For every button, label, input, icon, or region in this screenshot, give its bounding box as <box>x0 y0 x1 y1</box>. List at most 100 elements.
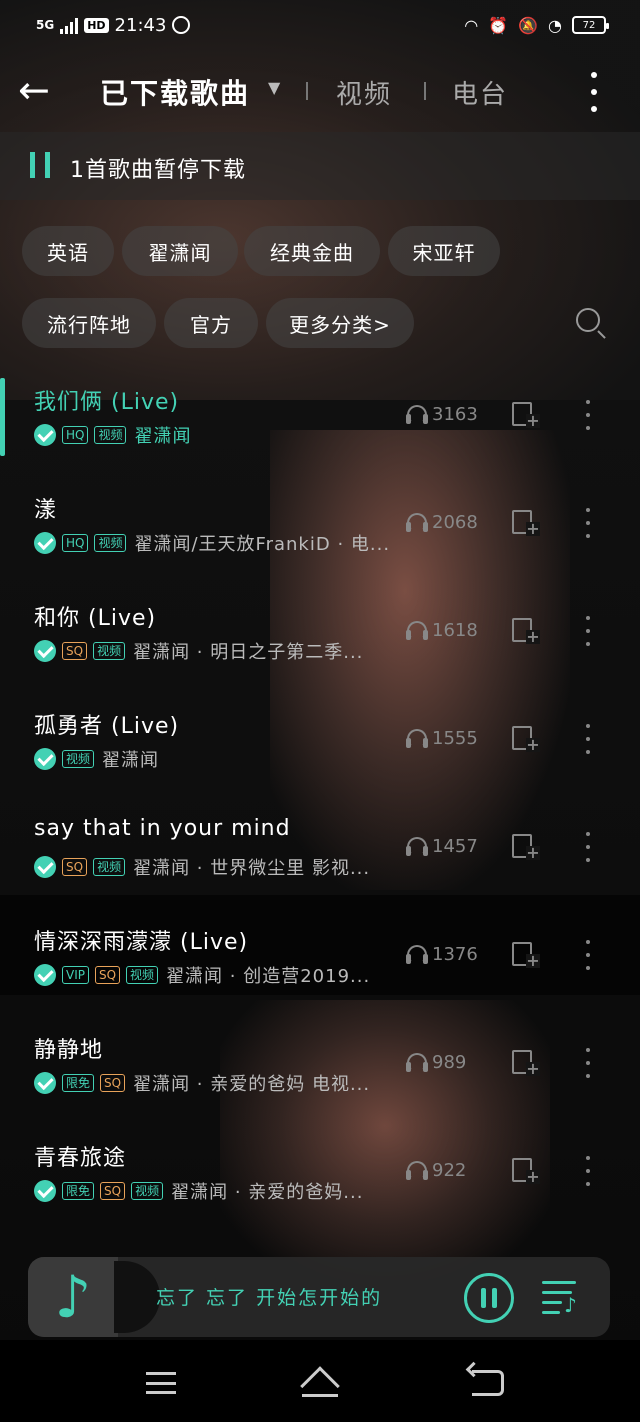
song-more-icon[interactable] <box>583 724 593 754</box>
add-to-playlist-icon[interactable]: + <box>510 400 540 430</box>
back-icon[interactable] <box>472 1370 504 1396</box>
search-icon[interactable] <box>574 306 608 340</box>
header: ← 已下载歌曲 ▼ 视频 电台 <box>0 58 640 122</box>
headphone-icon <box>406 512 428 533</box>
song-more-icon[interactable] <box>583 400 593 430</box>
arrow-left-icon[interactable]: ← <box>18 70 58 110</box>
play-count: 1376 <box>406 944 478 965</box>
category-more-chip[interactable]: 更多分类> <box>266 298 414 348</box>
song-title: 我们俩 (Live) <box>34 390 180 415</box>
quality-badge: 视频 <box>94 534 127 552</box>
category-chip[interactable]: 英语 <box>22 226 114 276</box>
song-meta: VIP SQ 视频 翟潇闻 · 创造营2019... <box>34 962 370 988</box>
more-options-icon[interactable] <box>582 72 606 112</box>
quality-badge: 限免 <box>62 1182 95 1200</box>
play-count-value: 2068 <box>432 512 478 533</box>
play-count: 2068 <box>406 512 478 533</box>
music-note-icon[interactable]: ♪ <box>28 1257 118 1337</box>
tab-downloaded-songs[interactable]: 已下载歌曲 <box>100 72 250 112</box>
quality-badge: 视频 <box>93 858 126 876</box>
play-count: 922 <box>406 1160 466 1181</box>
now-playing-title[interactable]: 忘了 忘了 开始怎开始的 <box>156 1283 382 1310</box>
quality-badge: SQ <box>100 1182 126 1200</box>
song-row[interactable]: 和你 (Live) SQ 视频 翟潇闻 · 明日之子第二季... 1618 + <box>0 586 640 694</box>
signal-icon <box>60 16 79 34</box>
caret-down-icon[interactable]: ▼ <box>268 78 280 97</box>
quality-badge: HQ <box>62 534 89 552</box>
song-artist: 翟潇闻 · 创造营2019... <box>166 966 371 987</box>
add-to-playlist-icon[interactable]: + <box>510 1048 540 1078</box>
song-more-icon[interactable] <box>583 1048 593 1078</box>
category-chip[interactable]: 流行阵地 <box>22 298 156 348</box>
category-chip[interactable]: 宋亚轩 <box>388 226 500 276</box>
mini-player[interactable]: ♪ 忘了 忘了 开始怎开始的 ♪ <box>28 1257 610 1337</box>
song-row[interactable]: 静静地 限免 SQ 翟潇闻 · 亲爱的爸妈 电视... 989 + <box>0 1018 640 1126</box>
status-bar: 5G HD 21:43 ◠ ⏰ 🔕 ◔ 72 <box>0 0 640 50</box>
play-count-value: 1555 <box>432 728 478 749</box>
clock: 21:43 <box>114 14 167 36</box>
category-chip[interactable]: 经典金曲 <box>244 226 380 276</box>
song-meta: SQ 视频 翟潇闻 · 世界微尘里 影视... <box>34 854 370 880</box>
song-row[interactable]: 漾 HQ 视频 翟潇闻/王天放FrankiD · 电... 2068 + <box>0 478 640 586</box>
song-meta: HQ 视频 翟潇闻 <box>34 422 191 448</box>
add-to-playlist-icon[interactable]: + <box>510 724 540 754</box>
song-artist: 翟潇闻/王天放FrankiD · 电... <box>134 534 391 555</box>
song-meta: 限免 SQ 翟潇闻 · 亲爱的爸妈 电视... <box>34 1070 370 1096</box>
add-to-playlist-icon[interactable]: + <box>510 616 540 646</box>
downloaded-check-icon <box>34 640 56 662</box>
headphone-icon <box>406 944 428 965</box>
headphone-icon <box>406 1160 428 1181</box>
song-artist: 翟潇闻 <box>134 426 192 447</box>
play-count-value: 1376 <box>432 944 478 965</box>
song-meta: HQ 视频 翟潇闻/王天放FrankiD · 电... <box>34 530 390 556</box>
play-count-value: 922 <box>432 1160 467 1181</box>
song-more-icon[interactable] <box>583 508 593 538</box>
play-count-value: 989 <box>432 1052 467 1073</box>
hd-badge: HD <box>84 17 109 33</box>
add-to-playlist-icon[interactable]: + <box>510 508 540 538</box>
song-artist: 翟潇闻 · 亲爱的爸妈 电视... <box>133 1074 371 1095</box>
song-row[interactable]: 青春旅途 限免 SQ 视频 翟潇闻 · 亲爱的爸妈... 922 + <box>0 1126 640 1234</box>
song-row[interactable]: 我们俩 (Live) HQ 视频 翟潇闻 3163 + <box>0 370 640 478</box>
tab-videos[interactable]: 视频 <box>336 74 392 111</box>
paused-download-banner[interactable]: 1首歌曲暂停下载 <box>0 132 640 200</box>
song-meta: SQ 视频 翟潇闻 · 明日之子第二季... <box>34 638 363 664</box>
downloaded-check-icon <box>34 424 56 446</box>
song-row[interactable]: say that in your mind SQ 视频 翟潇闻 · 世界微尘里 影视.… <box>0 802 640 910</box>
menu-icon[interactable] <box>146 1372 176 1394</box>
song-artist: 翟潇闻 · 亲爱的爸妈... <box>171 1182 364 1203</box>
quality-badge: 视频 <box>94 426 127 444</box>
song-title: 静静地 <box>34 1038 104 1063</box>
song-more-icon[interactable] <box>583 832 593 862</box>
song-title: 漾 <box>34 498 58 523</box>
category-chip[interactable]: 翟潇闻 <box>122 226 238 276</box>
quality-badge: SQ <box>94 966 121 984</box>
quality-badge: SQ <box>62 642 88 660</box>
song-more-icon[interactable] <box>583 940 593 970</box>
downloaded-check-icon <box>34 1180 56 1202</box>
song-more-icon[interactable] <box>583 1156 593 1186</box>
play-count: 989 <box>406 1052 466 1073</box>
quality-badge: 视频 <box>126 966 159 984</box>
pause-button[interactable] <box>464 1273 514 1323</box>
vinyl-disc <box>114 1261 160 1333</box>
song-title: say that in your mind <box>34 816 291 841</box>
system-nav-bar <box>0 1340 640 1422</box>
quality-badge: SQ <box>100 1074 126 1092</box>
playlist-icon[interactable]: ♪ <box>542 1281 580 1315</box>
play-count: 1618 <box>406 620 478 641</box>
home-icon[interactable] <box>300 1366 340 1406</box>
pause-icon[interactable] <box>30 152 50 178</box>
add-to-playlist-icon[interactable]: + <box>510 940 540 970</box>
category-chip[interactable]: 官方 <box>164 298 258 348</box>
song-row[interactable]: 孤勇者 (Live) 视频 翟潇闻 1555 + <box>0 694 640 802</box>
song-row[interactable]: 情深深雨濛濛 (Live) VIP SQ 视频 翟潇闻 · 创造营2019... 1376… <box>0 910 640 1018</box>
paused-download-text: 1首歌曲暂停下载 <box>70 158 246 183</box>
add-to-playlist-icon[interactable]: + <box>510 832 540 862</box>
headphone-icon <box>406 728 428 749</box>
tab-divider <box>424 82 426 100</box>
add-to-playlist-icon[interactable]: + <box>510 1156 540 1186</box>
downloaded-check-icon <box>34 748 56 770</box>
tab-radio[interactable]: 电台 <box>452 74 508 111</box>
song-more-icon[interactable] <box>583 616 593 646</box>
